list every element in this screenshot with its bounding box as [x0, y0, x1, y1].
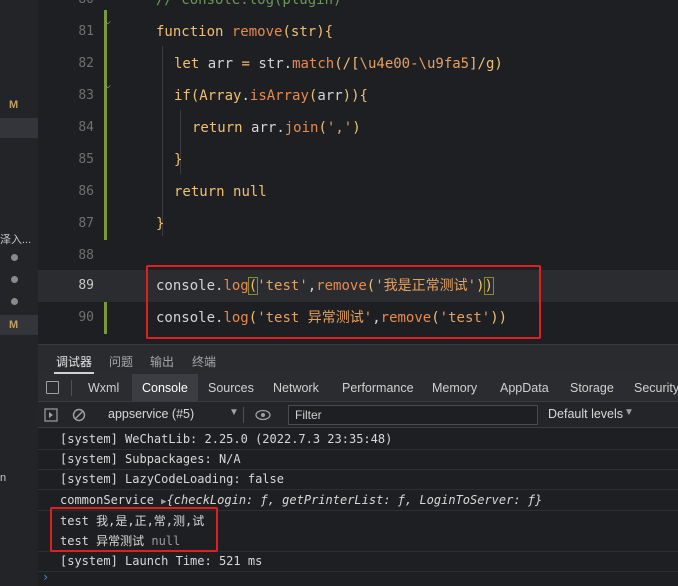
line-number: 90 [78, 310, 94, 325]
annotation-highlight-box [146, 265, 541, 339]
clipped-file-label[interactable]: 泽入... [0, 231, 31, 247]
line-number: 85 [78, 152, 94, 167]
clipped-sidebar-text: n [0, 472, 7, 484]
code-text: } [156, 216, 165, 232]
line-number: 81 [78, 24, 94, 39]
tab-storage[interactable]: Storage [570, 374, 614, 402]
code-line-86[interactable]: 86 return null [38, 176, 678, 208]
code-text: let arr = str.match(/[\u4e00-\u9fa5]/g) [174, 56, 503, 72]
modified-marker: M [9, 319, 19, 331]
line-number: 83 [78, 88, 94, 103]
sidebar-toggle-icon[interactable] [44, 408, 58, 422]
tab-terminal[interactable]: 终端 [192, 353, 216, 370]
devtools-tab-bar: Wxml Console Sources Network Performance… [38, 374, 678, 402]
console-filter-input[interactable] [288, 405, 538, 425]
tab-debugger[interactable]: 调试器 [56, 353, 92, 370]
chevron-down-icon[interactable]: ⌵ [105, 80, 111, 91]
console-line: [system] Launch Time: 521 ms [60, 554, 263, 568]
console-line: [system] LazyCodeLoading: false [60, 472, 284, 486]
console-line: [system] WeChatLib: 2.25.0 (2022.7.3 23:… [60, 432, 393, 446]
code-line-80[interactable]: 80 // console.log(plugin) [38, 0, 678, 16]
console-toolbar: appservice (#5) ▼ Default levels ▼ [38, 402, 678, 428]
code-line-81[interactable]: 81 ⌵ function remove(str){ [38, 16, 678, 48]
explorer-sidebar: M 泽入... M n [0, 0, 38, 586]
selected-file-row[interactable] [0, 315, 38, 335]
code-text: function remove(str){ [156, 24, 334, 40]
tab-output[interactable]: 输出 [150, 353, 174, 370]
line-number: 87 [78, 216, 94, 231]
code-line-82[interactable]: 82 let arr = str.match(/[\u4e00-\u9fa5]/… [38, 48, 678, 80]
object-preview: {checkLogin: ƒ, getPrinterList: ƒ, Login… [166, 493, 543, 507]
tab-wxml[interactable]: Wxml [88, 374, 119, 402]
panel-tab-bar: 调试器 问题 输出 终端 [38, 344, 678, 374]
code-text: return arr.join(',') [192, 120, 361, 136]
code-text: } [174, 152, 183, 168]
code-text: // console.log(plugin) [156, 0, 342, 8]
divider [243, 407, 244, 423]
tab-network[interactable]: Network [273, 374, 319, 402]
console-output[interactable]: [system] WeChatLib: 2.25.0 (2022.7.3 23:… [38, 428, 678, 586]
line-number: 80 [38, 0, 94, 16]
code-line-85[interactable]: 85 } [38, 144, 678, 176]
line-number: 84 [78, 120, 94, 135]
tab-performance[interactable]: Performance [342, 374, 414, 402]
code-text: if(Array.isArray(arr)){ [174, 88, 368, 104]
caret-down-icon[interactable]: ▼ [624, 407, 634, 418]
status-dot [11, 276, 18, 283]
console-line: [system] Subpackages: N/A [60, 452, 241, 466]
modified-marker: M [9, 99, 19, 111]
tab-memory[interactable]: Memory [432, 374, 477, 402]
code-editor[interactable]: 80 // console.log(plugin) 81 ⌵ function … [38, 0, 678, 344]
clear-console-icon[interactable] [72, 408, 86, 422]
status-dot [11, 254, 18, 261]
inspect-element-icon[interactable] [46, 381, 59, 394]
code-line-84[interactable]: 84 return arr.join(',') [38, 112, 678, 144]
line-number: 82 [78, 56, 94, 71]
tab-security[interactable]: Security [634, 374, 678, 402]
divider [38, 571, 678, 572]
status-dot [11, 298, 18, 305]
console-prompt-icon[interactable]: › [42, 570, 49, 584]
tab-console[interactable]: Console [132, 374, 198, 402]
code-text: return null [174, 184, 267, 200]
code-line-83[interactable]: 83 ⌵ if(Array.isArray(arr)){ [38, 80, 678, 112]
log-levels-dropdown[interactable]: Default levels [548, 407, 623, 421]
code-line-87[interactable]: 87 } [38, 208, 678, 240]
divider [71, 380, 72, 396]
eye-icon[interactable] [255, 409, 271, 421]
context-selector[interactable]: appservice (#5) [108, 407, 194, 421]
tab-appdata[interactable]: AppData [500, 374, 549, 402]
console-label: commonService [60, 493, 154, 507]
tab-problems[interactable]: 问题 [109, 353, 133, 370]
line-number: 88 [78, 248, 94, 263]
chevron-down-icon[interactable]: ⌵ [105, 16, 111, 27]
annotation-highlight-box [50, 507, 218, 552]
line-number: 86 [78, 184, 94, 199]
line-number: 89 [78, 278, 94, 293]
caret-down-icon[interactable]: ▼ [229, 407, 239, 418]
tab-sources[interactable]: Sources [208, 374, 254, 402]
selected-file-row[interactable] [0, 118, 38, 138]
